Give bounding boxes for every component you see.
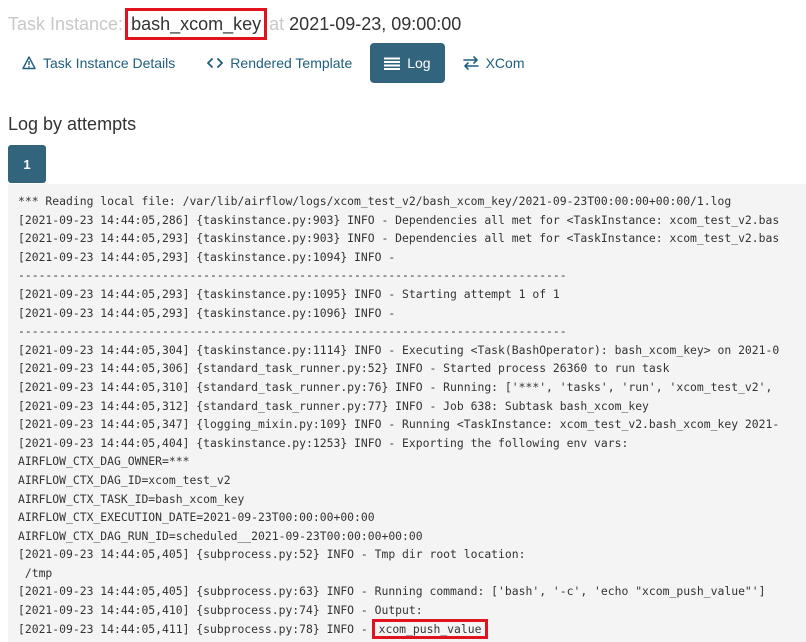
log-line: [2021-09-23 14:44:05,293] {taskinstance.…	[18, 305, 396, 320]
code-icon	[207, 57, 224, 69]
tab-label: Task Instance Details	[43, 55, 176, 71]
log-line: AIRFLOW_CTX_DAG_RUN_ID=scheduled__2021-0…	[18, 528, 423, 543]
tab-rendered-template[interactable]: Rendered Template	[193, 43, 366, 83]
tab-label: Log	[407, 55, 431, 71]
log-line: *** Reading local file: /var/lib/airflow…	[18, 194, 732, 208]
log-line: AIRFLOW_CTX_EXECUTION_DATE=2021-09-23T00…	[18, 510, 375, 525]
log-line: [2021-09-23 14:44:05,306] {standard_task…	[18, 361, 670, 376]
log-line: [2021-09-23 14:44:05,312] {standard_task…	[18, 398, 649, 413]
log-line-prefix: [2021-09-23 14:44:05,411] {subprocess.py…	[18, 621, 375, 636]
execution-date: 2021-09-23, 09:00:00	[289, 14, 462, 34]
log-line: [2021-09-23 14:44:05,293] {taskinstance.…	[18, 231, 780, 246]
title-at: at	[269, 14, 285, 34]
task-id-highlight: bash_xcom_key	[125, 8, 268, 40]
xcom-value-highlight: xcom_push_value	[371, 618, 489, 639]
log-line: [2021-09-23 14:44:05,410] {subprocess.py…	[18, 603, 423, 618]
warning-triangle-icon	[22, 56, 36, 70]
log-separator: ----------------------------------------…	[18, 324, 567, 339]
log-line: [2021-09-23 14:44:05,304] {taskinstance.…	[18, 342, 780, 357]
log-line: AIRFLOW_CTX_DAG_ID=xcom_test_v2	[18, 472, 231, 487]
tab-xcom[interactable]: XCom	[449, 43, 539, 83]
tab-log[interactable]: Log	[370, 43, 445, 83]
tab-label: Rendered Template	[230, 55, 353, 71]
log-separator: ----------------------------------------…	[18, 268, 567, 283]
attempt-1-button[interactable]: 1	[8, 145, 46, 183]
log-line: [2021-09-23 14:44:05,405] {subprocess.py…	[18, 584, 766, 599]
log-output-panel[interactable]: *** Reading local file: /var/lib/airflow…	[8, 184, 806, 642]
log-line-xcom-value: [2021-09-23 14:44:05,411] {subprocess.py…	[18, 618, 796, 639]
exchange-arrows-icon	[462, 56, 479, 70]
log-line: [2021-09-23 14:44:05,293] {taskinstance.…	[18, 249, 396, 264]
title-prefix: Task Instance:	[8, 14, 124, 34]
log-line: AIRFLOW_CTX_DAG_OWNER=***	[18, 454, 190, 469]
tab-bar: Task Instance Details Rendered Template …	[8, 43, 539, 83]
log-by-attempts-heading: Log by attempts	[8, 114, 137, 134]
page-title: Task Instance: bash_xcom_key at 2021-09-23…	[8, 8, 462, 40]
log-line: [2021-09-23 14:44:05,293] {taskinstance.…	[18, 286, 560, 301]
log-line: [2021-09-23 14:44:05,405] {subprocess.py…	[18, 547, 526, 562]
tab-task-instance-details[interactable]: Task Instance Details	[8, 43, 189, 83]
tab-label: XCom	[485, 55, 525, 71]
list-icon	[384, 57, 401, 70]
log-line: [2021-09-23 14:44:05,404] {taskinstance.…	[18, 435, 629, 450]
log-line: [2021-09-23 14:44:05,286] {taskinstance.…	[18, 212, 780, 227]
log-line: [2021-09-23 14:44:05,310] {standard_task…	[18, 379, 773, 394]
log-text: *** Reading local file: /var/lib/airflow…	[8, 184, 806, 642]
log-line: [2021-09-23 14:44:05,347] {logging_mixin…	[18, 417, 780, 432]
log-line: /tmp	[18, 565, 53, 580]
log-line: AIRFLOW_CTX_TASK_ID=bash_xcom_key	[18, 491, 245, 506]
